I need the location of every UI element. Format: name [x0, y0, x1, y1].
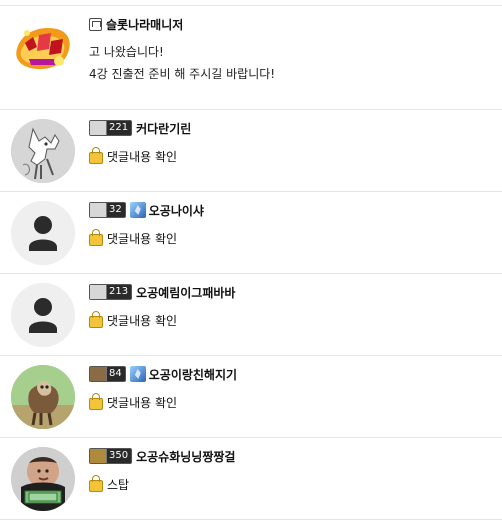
level-number: 84: [109, 368, 122, 379]
comment-header: 221 커다란기린: [89, 119, 502, 137]
level-emblem-icon: [90, 449, 107, 463]
comment-header: 슬롯나라매니저: [89, 15, 502, 33]
locked-comment-text: 스탑: [107, 477, 130, 492]
crest-icon: [129, 202, 146, 218]
comment-item: 슬롯나라매니저 고 나왔습니다! 4강 진출전 준비 해 주시길 바랍니다!: [0, 6, 502, 110]
crest-icon: [129, 366, 146, 382]
comment-item: 213 오공예림이그패바바 댓글내용 확인: [0, 274, 502, 356]
comment-header: 84 오공이랑친해지기: [89, 365, 502, 383]
manager-home-icon: [89, 17, 102, 31]
default-user-icon: [11, 283, 75, 347]
level-number: 32: [109, 204, 122, 215]
comment-content: 213 오공예림이그패바바 댓글내용 확인: [89, 283, 502, 329]
comment-item: 221 커다란기린 댓글내용 확인: [0, 110, 502, 192]
user-level-badge: 32: [89, 202, 126, 218]
comment-header: 350 오공슈화닝닝짱짱걸: [89, 447, 502, 465]
slot-game-logo-image: [11, 15, 75, 79]
username[interactable]: 커다란기린: [136, 120, 191, 137]
username[interactable]: 슬롯나라매니저: [106, 16, 183, 33]
lock-icon: [89, 475, 103, 492]
locked-comment-text: 댓글내용 확인: [107, 395, 178, 410]
default-user-avatar[interactable]: [11, 201, 75, 265]
comment-message-line: 4강 진출전 준비 해 주시길 바랍니다!: [89, 67, 276, 81]
locked-comment[interactable]: 댓글내용 확인: [89, 147, 502, 165]
comment-content: 슬롯나라매니저 고 나왔습니다! 4강 진출전 준비 해 주시길 바랍니다!: [89, 15, 502, 85]
user-level-badge: 213: [89, 284, 133, 300]
locked-comment[interactable]: 댓글내용 확인: [89, 311, 502, 329]
username[interactable]: 오공이랑친해지기: [149, 366, 237, 383]
comment-item: 32 오공나이샤 댓글내용 확인: [0, 192, 502, 274]
lock-icon: [89, 147, 103, 164]
giraffe-sketch-image: [11, 119, 75, 183]
man-with-cash-image: [11, 447, 75, 511]
level-number: 213: [109, 286, 129, 297]
level-number: 221: [109, 122, 129, 133]
level-emblem-icon: [90, 203, 107, 217]
user-level-badge: 221: [89, 120, 133, 136]
lock-icon: [89, 311, 103, 328]
locked-comment-text: 댓글내용 확인: [107, 149, 178, 164]
comment-content: 221 커다란기린 댓글내용 확인: [89, 119, 502, 165]
locked-comment[interactable]: 댓글내용 확인: [89, 393, 502, 411]
comment-item: 350 오공슈화닝닝짱짱걸 스탑: [0, 438, 502, 520]
user-level-badge: 84: [89, 366, 126, 382]
comment-message: 고 나왔습니다! 4강 진출전 준비 해 주시길 바랍니다!: [89, 41, 502, 85]
giraffe-sketch-avatar[interactable]: [11, 119, 75, 183]
locked-comment[interactable]: 스탑: [89, 475, 502, 493]
locked-comment-text: 댓글내용 확인: [107, 231, 178, 246]
user-level-badge: 350: [89, 448, 133, 464]
dog-photo-image: [11, 365, 75, 429]
comment-content: 32 오공나이샤 댓글내용 확인: [89, 201, 502, 247]
comment-content: 84 오공이랑친해지기 댓글내용 확인: [89, 365, 502, 411]
username[interactable]: 오공예림이그패바바: [136, 284, 235, 301]
man-with-cash-avatar[interactable]: [11, 447, 75, 511]
locked-comment-text: 댓글내용 확인: [107, 313, 178, 328]
level-emblem-icon: [90, 367, 107, 381]
locked-comment[interactable]: 댓글내용 확인: [89, 229, 502, 247]
level-number: 350: [109, 450, 129, 461]
default-user-avatar[interactable]: [11, 283, 75, 347]
username[interactable]: 오공나이샤: [149, 202, 204, 219]
comment-header: 32 오공나이샤: [89, 201, 502, 219]
comment-list: 슬롯나라매니저 고 나왔습니다! 4강 진출전 준비 해 주시길 바랍니다! 2…: [0, 6, 502, 520]
slot-game-logo-avatar[interactable]: [11, 15, 75, 79]
lock-icon: [89, 393, 103, 410]
default-user-icon: [11, 201, 75, 265]
lock-icon: [89, 229, 103, 246]
comment-content: 350 오공슈화닝닝짱짱걸 스탑: [89, 447, 502, 493]
comment-message-line: 고 나왔습니다!: [89, 45, 164, 59]
dog-photo-avatar[interactable]: [11, 365, 75, 429]
username[interactable]: 오공슈화닝닝짱짱걸: [136, 448, 235, 465]
level-emblem-icon: [90, 121, 107, 135]
comment-item: 84 오공이랑친해지기 댓글내용 확인: [0, 356, 502, 438]
level-emblem-icon: [90, 285, 107, 299]
comment-header: 213 오공예림이그패바바: [89, 283, 502, 301]
